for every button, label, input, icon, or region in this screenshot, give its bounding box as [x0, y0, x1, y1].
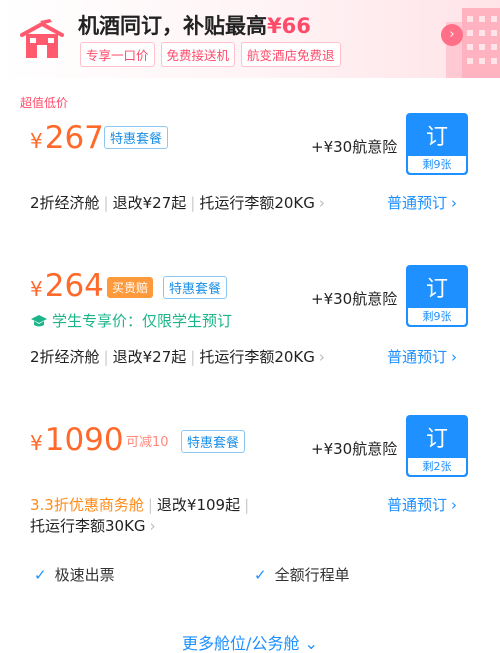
- student-price-note: 学生专享价：仅限学生预订: [30, 310, 232, 331]
- chevron-right-icon: ›: [451, 348, 458, 366]
- seats-remaining: 剩9张: [408, 308, 466, 325]
- change-fee: 退改¥27起: [112, 194, 187, 212]
- change-fee: 退改¥27起: [112, 348, 187, 366]
- chevron-right-icon: ›: [451, 194, 458, 212]
- cabin-class: 2折经济舱: [30, 194, 100, 212]
- normal-book-link[interactable]: 普通预订 ›: [387, 192, 457, 213]
- chevron-right-icon: ›: [318, 194, 325, 212]
- seats-remaining: 剩9张: [408, 156, 466, 173]
- book-button[interactable]: 订 剩9张: [406, 113, 468, 175]
- offer-details[interactable]: 2折经济舱 | 退改¥27起 | 托运行李额20KG ›: [30, 192, 325, 213]
- tag-free-refund: 航变酒店免费退: [241, 42, 341, 67]
- tag-package: 特惠套餐: [181, 430, 246, 453]
- banner-title: 机酒同订，补贴最高¥66: [78, 14, 311, 38]
- offer-details-line2[interactable]: 托运行李额30KG ›: [30, 515, 156, 536]
- cabin-class: 3.3折优惠商务舱: [30, 496, 144, 514]
- baggage-allowance: 托运行李额20KG: [199, 194, 315, 212]
- chevron-right-icon: ›: [149, 517, 156, 535]
- offer-details[interactable]: 2折经济舱 | 退改¥27起 | 托运行李额20KG ›: [30, 346, 325, 367]
- feature-fast-ticketing: ✓ 极速出票: [34, 566, 115, 584]
- insurance-addon[interactable]: +¥30航意险: [311, 136, 397, 157]
- book-button[interactable]: 订 剩9张: [406, 265, 468, 327]
- offer-price: ¥1090: [30, 422, 124, 458]
- tag-free-transfer: 免费接送机: [160, 42, 236, 67]
- insurance-addon[interactable]: +¥30航意险: [311, 288, 397, 309]
- tag-price-guarantee: 买贵赔: [107, 277, 154, 298]
- book-button[interactable]: 订 剩2张: [406, 415, 468, 477]
- tag-discount: 可减10: [126, 435, 169, 450]
- book-button-label: 订: [425, 277, 448, 302]
- book-button-label: 订: [425, 427, 448, 452]
- offer-details[interactable]: 3.3折优惠商务舱 | 退改¥109起 |: [30, 494, 253, 515]
- bundle-banner[interactable]: 机酒同订，补贴最高¥66 专享一口价 免费接送机 航变酒店免费退 ›: [0, 0, 500, 78]
- flight-hotel-icon: [20, 19, 64, 58]
- chevron-down-icon: ⌄: [299, 634, 318, 653]
- check-icon: ✓: [34, 566, 47, 584]
- insurance-addon[interactable]: +¥30航意险: [311, 438, 397, 459]
- chevron-right-icon: ›: [318, 348, 325, 366]
- banner-arrow-icon[interactable]: ›: [441, 24, 463, 46]
- offer-price: ¥264: [30, 268, 104, 304]
- check-icon: ✓: [254, 566, 267, 584]
- tag-package: 特惠套餐: [104, 126, 169, 149]
- graduation-cap-icon: [31, 314, 47, 326]
- subsidy-amount: ¥66: [267, 14, 311, 38]
- tag-package: 特惠套餐: [163, 276, 228, 299]
- cabin-class: 2折经济舱: [30, 348, 100, 366]
- baggage-allowance: 托运行李额30KG: [30, 517, 146, 535]
- seats-remaining: 剩2张: [408, 458, 466, 475]
- book-button-label: 订: [425, 125, 448, 150]
- offer-price: ¥267: [30, 120, 104, 156]
- banner-tags: 专享一口价 免费接送机 航变酒店免费退: [80, 42, 341, 67]
- change-fee: 退改¥109起: [156, 496, 241, 514]
- more-cabins-link[interactable]: 更多舱位/公务舱 ⌄: [0, 630, 500, 653]
- baggage-allowance: 托运行李额20KG: [199, 348, 315, 366]
- normal-book-link[interactable]: 普通预订 ›: [387, 346, 457, 367]
- feature-full-itinerary: ✓ 全额行程单: [254, 566, 350, 584]
- chevron-right-icon: ›: [451, 496, 458, 514]
- section-label: 超值低价: [20, 96, 69, 110]
- tag-fixed-price: 专享一口价: [80, 42, 155, 67]
- normal-book-link[interactable]: 普通预订 ›: [387, 494, 457, 515]
